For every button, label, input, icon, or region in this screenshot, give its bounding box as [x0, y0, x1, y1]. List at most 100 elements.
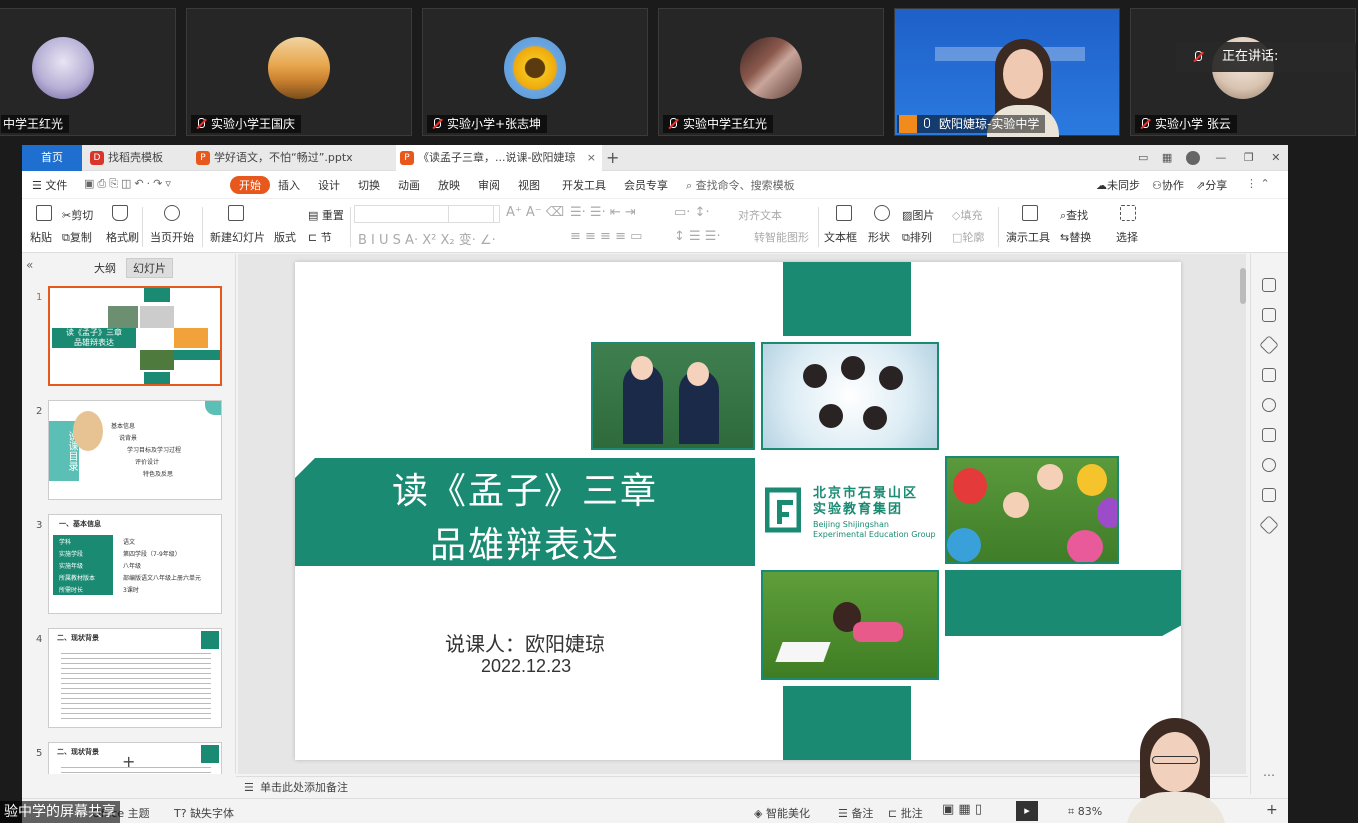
new-slide-button[interactable]: 新建幻灯片 — [210, 229, 265, 245]
align-text-button[interactable]: 对齐文本 — [738, 207, 782, 223]
vertical-scrollbar[interactable] — [1240, 268, 1246, 304]
outline-button[interactable]: □轮廓 — [952, 229, 984, 245]
paste-button[interactable]: 粘贴 — [30, 229, 52, 245]
play-from-current-button[interactable]: 当页开始 — [150, 229, 194, 245]
play-slideshow-button[interactable]: ▸ — [1016, 801, 1038, 821]
outline-tab[interactable]: 大纲 — [94, 260, 116, 276]
cube-icon[interactable] — [1259, 515, 1279, 535]
slide-thumbnail-1[interactable]: 读《孟子》三章 品雄辩表达 — [48, 286, 222, 386]
close-icon[interactable]: × — [587, 145, 596, 171]
collapse-pane-icon[interactable]: « — [26, 258, 33, 272]
avatar[interactable] — [1185, 151, 1200, 165]
participant-tile-3[interactable]: 实验小学+张志坤 — [422, 8, 648, 136]
copy-icon[interactable] — [1262, 368, 1276, 382]
font-size-adjust[interactable]: A⁺ A⁻ ⌫ — [506, 205, 564, 220]
cut-button[interactable]: ✂剪切 — [62, 207, 93, 223]
image-icon[interactable] — [1262, 428, 1276, 442]
reset-button[interactable]: ▤ 重置 — [308, 207, 344, 223]
collab-button[interactable]: ⚇协作 — [1152, 177, 1184, 193]
list-buttons[interactable]: ☰· ☰· ⇤ ⇥ — [570, 205, 636, 220]
layout-button[interactable]: 版式 — [274, 229, 296, 245]
participant-tile-2[interactable]: 实验小学王国庆 — [186, 8, 412, 136]
tab-label: 找稻壳模板 — [108, 151, 163, 164]
line-spacing-buttons[interactable]: ↕ ☰ ☰· — [674, 229, 721, 244]
quick-access-toolbar[interactable]: ▣⎙⎘◫↶·↷▿ — [84, 177, 174, 191]
text-box-button[interactable]: 文本框 — [824, 229, 857, 245]
minimize-icon[interactable]: — — [1215, 151, 1226, 164]
tab-home[interactable]: 首页 — [22, 145, 82, 171]
zoom-in-button[interactable]: + — [1266, 802, 1278, 818]
tab-file-1[interactable]: P 学好语文，不怕“畅过”.pptx — [192, 145, 392, 171]
font-style-buttons[interactable]: B I U S A· X² X₂ 变· ∠· — [358, 229, 496, 248]
menu-slideshow[interactable]: 放映 — [438, 177, 460, 193]
restore-icon[interactable]: ❐ — [1244, 151, 1254, 164]
participant-tile-5-active[interactable]: 欧阳婕琼-实验中学 — [894, 8, 1120, 137]
file-menu[interactable]: ☰ 文件 — [32, 177, 67, 193]
participant-tile-1[interactable]: 中学王红光 — [0, 8, 176, 136]
align-buttons[interactable]: ≡ ≡ ≡ ≡ ▭ — [570, 229, 642, 244]
missing-font-button[interactable]: T? 缺失字体 — [174, 805, 234, 821]
text-direction-buttons[interactable]: ▭· ↕· — [674, 205, 710, 220]
grid-icon[interactable]: ▦ — [1162, 151, 1172, 164]
new-tab-button[interactable]: + — [606, 145, 619, 171]
menu-member[interactable]: 会员专享 — [624, 177, 668, 193]
comments-toggle[interactable]: ⊏ 批注 — [888, 805, 923, 821]
command-search[interactable]: ⌕ 查找命令、搜索模板 — [686, 177, 795, 193]
shape-button[interactable]: 形状 — [868, 229, 890, 245]
star-icon[interactable] — [1259, 335, 1279, 355]
menu-developer[interactable]: 开发工具 — [562, 177, 606, 193]
window-controls: ▭ ▦ — ❐ ✕ — [1138, 145, 1280, 171]
arrange-button[interactable]: ⧉排列 — [902, 229, 932, 245]
select-button[interactable]: 选择 — [1116, 229, 1138, 245]
tab-file-2-active[interactable]: P 《读孟子三章，...说课-欧阳婕琼 × — [396, 145, 602, 171]
copy-button[interactable]: ⧉复制 — [62, 229, 92, 245]
more-icon[interactable]: ⋮ ⌃ — [1246, 177, 1270, 190]
more-tools-icon[interactable]: ⋯ — [1263, 768, 1275, 782]
add-slide-button[interactable]: + — [122, 752, 135, 771]
notes-bar[interactable]: ☰ 单击此处添加备注 — [236, 776, 1248, 798]
slide-thumbnail-2[interactable]: 说课目录 基本信息 说背景 学习目标及学习过程 评价设计 特色及反思 — [48, 400, 222, 500]
notes-toggle[interactable]: ☰ 备注 — [838, 805, 873, 821]
format-brush-button[interactable]: 格式刷 — [106, 229, 139, 245]
menu-view[interactable]: 视图 — [518, 177, 540, 193]
smart-graphic-button[interactable]: 转智能图形 — [754, 229, 809, 245]
location-icon[interactable] — [1262, 458, 1276, 472]
participant-tile-6[interactable]: 实验小学 张云 — [1130, 8, 1356, 136]
participant-name-tag: 实验小学+张志坤 — [427, 115, 548, 133]
section-button[interactable]: ⊏ 节 — [308, 229, 332, 245]
font-size-select[interactable] — [448, 205, 500, 223]
slide-number: 5 — [36, 748, 43, 759]
menu-animation[interactable]: 动画 — [398, 177, 420, 193]
menu-review[interactable]: 审阅 — [478, 177, 500, 193]
replace-button[interactable]: ⇆替换 — [1060, 229, 1091, 245]
close-window-icon[interactable]: ✕ — [1271, 151, 1280, 164]
picture-label: 图片 — [912, 209, 935, 222]
adjust-icon[interactable] — [1262, 308, 1276, 322]
picture-button[interactable]: ▨图片 — [902, 207, 934, 223]
help-icon[interactable] — [1262, 398, 1276, 412]
logo-en-line1: Beijing Shijingshan — [813, 520, 889, 529]
share-button[interactable]: ⇗分享 — [1196, 177, 1227, 193]
slide-1[interactable]: 读《孟子》三章 品雄辩表达 北京市石景山区 实验教育集团 Beijing Shij… — [295, 262, 1181, 760]
layout-icon[interactable]: ▭ — [1138, 151, 1148, 164]
slide-thumbnail-4[interactable]: 二、现状背景 — [48, 628, 222, 728]
slides-tab[interactable]: 幻灯片 — [126, 258, 173, 278]
menu-start[interactable]: 开始 — [230, 176, 270, 194]
property-icon[interactable] — [1262, 278, 1276, 292]
fill-button[interactable]: ◇填充 — [952, 207, 982, 223]
menu-insert[interactable]: 插入 — [278, 177, 300, 193]
zoom-control[interactable]: ⌗ 83% — [1068, 805, 1102, 819]
sync-status[interactable]: ☁未同步 — [1096, 177, 1140, 193]
menu-design[interactable]: 设计 — [318, 177, 340, 193]
book-icon[interactable] — [1262, 488, 1276, 502]
presentation-tools-button[interactable]: 演示工具 — [1006, 229, 1050, 245]
menu-transition[interactable]: 切换 — [358, 177, 380, 193]
smart-beautify-button[interactable]: ◈ 智能美化 — [754, 805, 810, 821]
slide-thumbnail-3[interactable]: 一、基本信息 学科 语文 实施学段 第四学段（7-9年级） 实施年级 八年级 所… — [48, 514, 222, 614]
menu-bar: ☰ 文件 ▣⎙⎘◫↶·↷▿ 开始 插入 设计 切换 动画 放映 审阅 视图 开发… — [22, 171, 1288, 199]
find-button[interactable]: ⌕查找 — [1060, 207, 1088, 223]
participant-tile-4[interactable]: 实验中学王红光 — [658, 8, 884, 136]
speaking-label: 正在讲话: — [1222, 49, 1279, 64]
tab-template[interactable]: D 找稻壳模板 — [86, 145, 192, 171]
view-mode-buttons[interactable]: ▣ ▦ ▯ — [942, 802, 982, 817]
